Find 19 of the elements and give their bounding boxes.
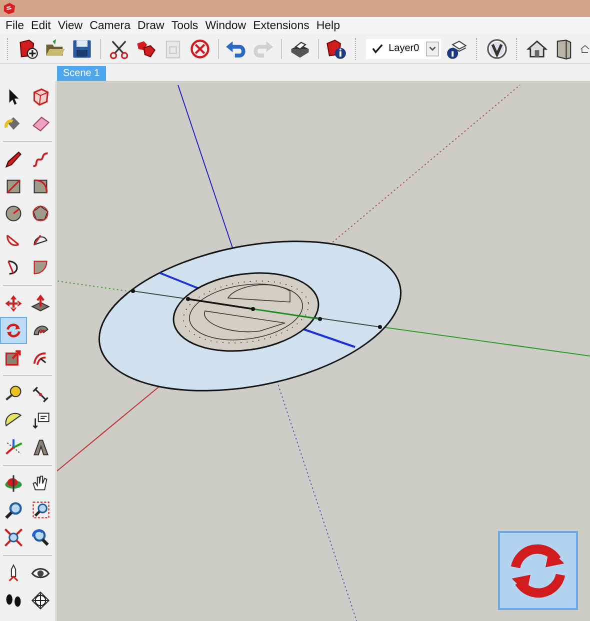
menu-item[interactable]: File <box>2 20 28 32</box>
rotate-icon[interactable] <box>0 317 27 344</box>
new-file-icon[interactable] <box>17 38 40 60</box>
delete-icon[interactable] <box>188 38 211 60</box>
layer-dropdown[interactable]: Layer0 <box>366 38 441 58</box>
v-badge-icon[interactable] <box>486 38 508 60</box>
menu-item[interactable]: Extensions <box>250 20 313 32</box>
house-icon[interactable] <box>526 38 548 60</box>
menu-item[interactable]: Help <box>312 20 344 32</box>
checkmark-icon <box>372 43 383 54</box>
menu-item[interactable]: Tools <box>168 20 202 32</box>
model-info-icon[interactable] <box>325 38 348 60</box>
menu-item[interactable]: View <box>54 20 86 32</box>
menu-item[interactable]: Window <box>202 20 250 32</box>
app-logo-icon <box>3 2 16 15</box>
menu-item[interactable]: Camera <box>86 20 134 32</box>
layers-icon[interactable] <box>446 38 468 60</box>
menu-item[interactable]: Draw <box>134 20 168 32</box>
menu-item[interactable]: Edit <box>28 20 54 32</box>
